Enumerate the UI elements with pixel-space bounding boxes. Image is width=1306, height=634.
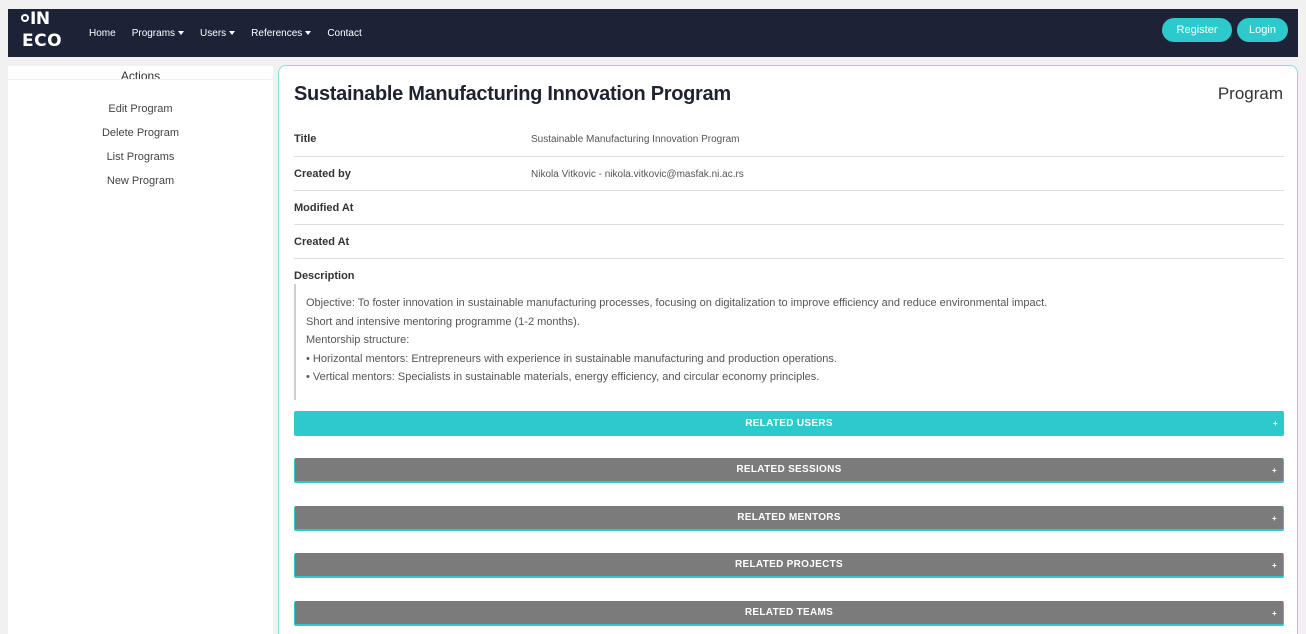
actions-sidebar: Actions Edit Program Delete Program List… <box>8 66 273 634</box>
plus-icon: + <box>1273 419 1278 428</box>
plus-icon: + <box>1272 514 1277 523</box>
nav-menu: Home Programs Users References Contact <box>72 9 362 57</box>
accordion-label: RELATED PROJECTS <box>735 559 843 570</box>
description-block: Objective: To foster innovation in susta… <box>294 284 1284 400</box>
related-teams-accordion[interactable]: RELATED TEAMS + <box>294 601 1284 626</box>
description-line: • Horizontal mentors: Entrepreneurs with… <box>306 352 837 365</box>
accordion-label: RELATED USERS <box>745 418 833 429</box>
new-program-link[interactable]: New Program <box>8 175 273 199</box>
sidebar-menu: Edit Program Delete Program List Program… <box>8 103 273 199</box>
nav-item-label: Home <box>89 27 116 39</box>
entity-type-label: Program <box>1217 84 1283 103</box>
description-label: Description <box>294 270 355 282</box>
field-row-created-by: Created by Nikola Vitkovic - nikola.vitk… <box>294 157 1284 191</box>
related-projects-accordion[interactable]: RELATED PROJECTS + <box>294 553 1284 578</box>
nav-item-label: References <box>251 27 303 39</box>
accordion-label: RELATED TEAMS <box>744 607 834 618</box>
register-button[interactable]: Register <box>1162 18 1232 42</box>
nav-item-label: Contact <box>327 27 362 39</box>
auth-buttons: Register Login <box>1162 18 1288 42</box>
plus-icon: + <box>1272 609 1277 618</box>
accordion-label: RELATED SESSIONS <box>736 464 842 475</box>
nav-item-references[interactable]: References <box>251 27 312 39</box>
caret-down-icon <box>178 31 185 35</box>
logo-line-1: IN <box>21 9 50 29</box>
description-line: • Vertical mentors: Specialists in susta… <box>306 371 820 383</box>
related-users-accordion[interactable]: RELATED USERS + <box>294 411 1284 436</box>
logo-line-2: ECO <box>22 31 63 51</box>
related-sessions-accordion[interactable]: RELATED SESSIONS + <box>294 458 1284 483</box>
nav-item-programs[interactable]: Programs <box>131 27 185 39</box>
description-line: Short and intensive mentoring programme … <box>306 315 580 328</box>
nav-item-label: Programs <box>131 27 176 39</box>
related-mentors-accordion[interactable]: RELATED MENTORS + <box>294 506 1284 531</box>
top-navbar: IN ECO Home Programs Users References Co… <box>8 9 1298 57</box>
sidebar-title: Actions <box>120 69 161 83</box>
field-label: Created At <box>294 236 350 248</box>
nav-item-label: Users <box>200 27 227 39</box>
page-title: Sustainable Manufacturing Innovation Pro… <box>294 83 731 105</box>
plus-icon: + <box>1272 466 1277 475</box>
field-value: Nikola Vitkovic - nikola.vitkovic@masfak… <box>531 169 744 180</box>
program-detail-card: Sustainable Manufacturing Innovation Pro… <box>278 65 1298 634</box>
login-button[interactable]: Login <box>1237 18 1288 42</box>
logo[interactable]: IN ECO <box>8 9 72 57</box>
field-label: Created by <box>294 168 351 180</box>
edit-program-link[interactable]: Edit Program <box>8 103 273 127</box>
nav-item-contact[interactable]: Contact <box>327 28 361 39</box>
field-label: Title <box>294 133 317 145</box>
field-label: Modified At <box>294 202 354 214</box>
caret-down-icon <box>305 31 312 35</box>
delete-program-link[interactable]: Delete Program <box>8 127 273 151</box>
field-row-created-at: Created At <box>294 225 1284 259</box>
logo-text-1: IN <box>30 9 50 29</box>
field-value: Sustainable Manufacturing Innovation Pro… <box>531 134 740 145</box>
description-line: Mentorship structure: <box>306 334 410 346</box>
logo-ring-icon <box>21 14 29 22</box>
nav-item-users[interactable]: Users <box>200 27 236 39</box>
caret-down-icon <box>229 31 236 35</box>
description-line: Objective: To foster innovation in susta… <box>306 297 1048 309</box>
sidebar-divider <box>8 79 273 80</box>
list-programs-link[interactable]: List Programs <box>8 151 273 175</box>
field-row-title: Title Sustainable Manufacturing Innovati… <box>294 121 1284 157</box>
nav-item-home[interactable]: Home <box>89 28 116 39</box>
plus-icon: + <box>1272 561 1277 570</box>
field-row-modified-at: Modified At <box>294 191 1284 225</box>
accordion-label: RELATED MENTORS <box>737 512 841 523</box>
